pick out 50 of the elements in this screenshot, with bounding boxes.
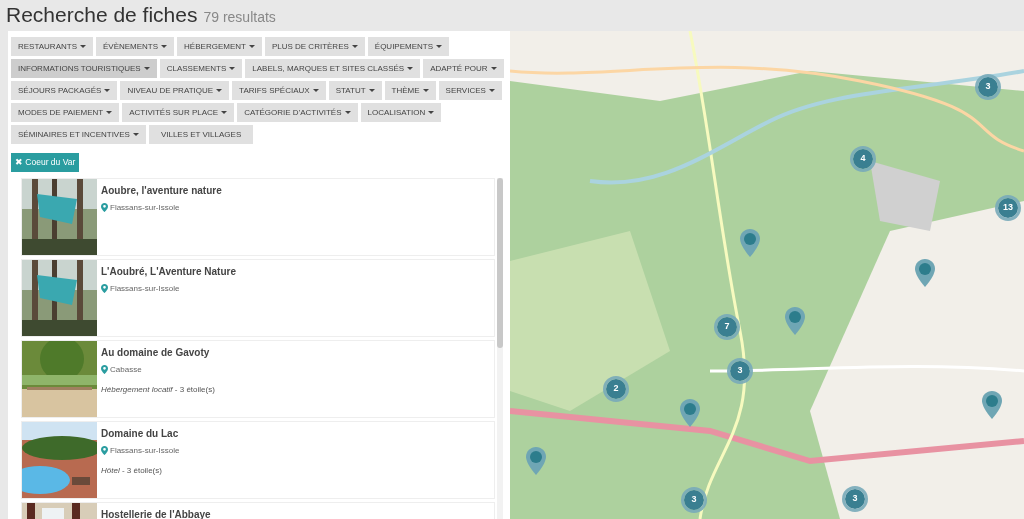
map-pin-icon[interactable] bbox=[740, 229, 760, 257]
filter-dropdown[interactable]: INFORMATIONS TOURISTIQUES bbox=[11, 59, 157, 78]
result-location: Flassans-sur-Issole bbox=[110, 201, 180, 214]
map-pin-icon[interactable] bbox=[680, 399, 700, 427]
result-location: Cabasse bbox=[110, 363, 142, 376]
filter-dropdown[interactable]: SÉMINAIRES ET INCENTIVES bbox=[11, 125, 146, 144]
filter-dropdown[interactable]: MODES DE PAIEMENT bbox=[11, 103, 120, 122]
filter-dropdown[interactable]: LABELS, MARQUES ET SITES CLASSÉS bbox=[245, 59, 421, 78]
result-title[interactable]: L'Aoubré, L'Aventure Nature bbox=[101, 263, 236, 279]
result-details: Hébergement locatif - 3 étoile(s) bbox=[101, 383, 215, 396]
filter-dropdown[interactable]: TARIFS SPÉCIAUX bbox=[232, 81, 326, 100]
result-card[interactable]: L'Aoubré, L'Aventure Nature Flassans-sur-Issole bbox=[21, 258, 495, 337]
filter-dropdown[interactable]: LOCALISATION bbox=[360, 103, 442, 122]
filter-dropdown[interactable]: ÉVÈNEMENTS bbox=[95, 37, 175, 56]
result-title[interactable]: Aoubre, l'aventure nature bbox=[101, 182, 222, 198]
filter-dropdown[interactable]: ÉQUIPEMENTS bbox=[367, 37, 450, 56]
filter-dropdown[interactable]: SÉJOURS PACKAGÉS bbox=[11, 81, 118, 100]
map-pin-icon[interactable] bbox=[915, 259, 935, 287]
result-details: Hôtel - 3 étoile(s) bbox=[101, 464, 163, 477]
map-pin-icon[interactable] bbox=[982, 391, 1002, 419]
filter-dropdown[interactable]: ACTIVITÉS SUR PLACE bbox=[122, 103, 235, 122]
filter-dropdown[interactable]: ADAPTÉ POUR bbox=[423, 59, 504, 78]
filter-dropdown[interactable]: SERVICES bbox=[438, 81, 502, 100]
result-location: Flassans-sur-Issole bbox=[110, 282, 180, 295]
result-count: 79 resultats bbox=[203, 8, 276, 27]
filter-dropdown[interactable]: HÉBERGEMENT bbox=[177, 37, 262, 56]
filter-dropdown[interactable]: STATUT bbox=[328, 81, 382, 100]
location-pin-icon bbox=[101, 203, 108, 213]
scrollbar[interactable] bbox=[497, 177, 503, 519]
location-pin-icon bbox=[101, 446, 108, 456]
map-pin-icon[interactable] bbox=[785, 307, 805, 335]
filter-dropdown[interactable]: VILLES ET VILLAGES bbox=[148, 125, 254, 144]
result-title[interactable]: Au domaine de Gavoty bbox=[101, 344, 215, 360]
page-title: Recherche de fiches bbox=[6, 2, 198, 28]
filter-dropdown[interactable]: CLASSEMENTS bbox=[159, 59, 243, 78]
result-card[interactable]: Aoubre, l'aventure nature Flassans-sur-Issole bbox=[21, 177, 495, 256]
result-location: Flassans-sur-Issole bbox=[110, 444, 180, 457]
result-title[interactable]: Domaine du Lac bbox=[101, 425, 180, 441]
result-title[interactable]: Hostellerie de l'Abbaye bbox=[101, 506, 211, 519]
location-pin-icon bbox=[101, 284, 108, 294]
filter-dropdown[interactable]: CATÉGORIE D'ACTIVITÉS bbox=[237, 103, 358, 122]
result-card[interactable]: Domaine du Lac Flassans-sur-Issole Hôtel - 3 étoile(s) bbox=[21, 420, 495, 499]
map-pin-icon[interactable] bbox=[526, 447, 546, 475]
filter-dropdown[interactable]: PLUS DE CRITÈRES bbox=[264, 37, 365, 56]
result-card[interactable]: Au domaine de Gavoty Cabasse Hébergement locatif - 3 étoile(s) bbox=[21, 339, 495, 418]
filter-dropdown[interactable]: NIVEAU DE PRATIQUE bbox=[120, 81, 230, 100]
filter-dropdown[interactable]: THÈME bbox=[384, 81, 436, 100]
location-pin-icon bbox=[101, 365, 108, 375]
result-card[interactable]: Hostellerie de l'Abbaye bbox=[21, 501, 495, 519]
filter-dropdown[interactable]: RESTAURANTS bbox=[11, 37, 93, 56]
